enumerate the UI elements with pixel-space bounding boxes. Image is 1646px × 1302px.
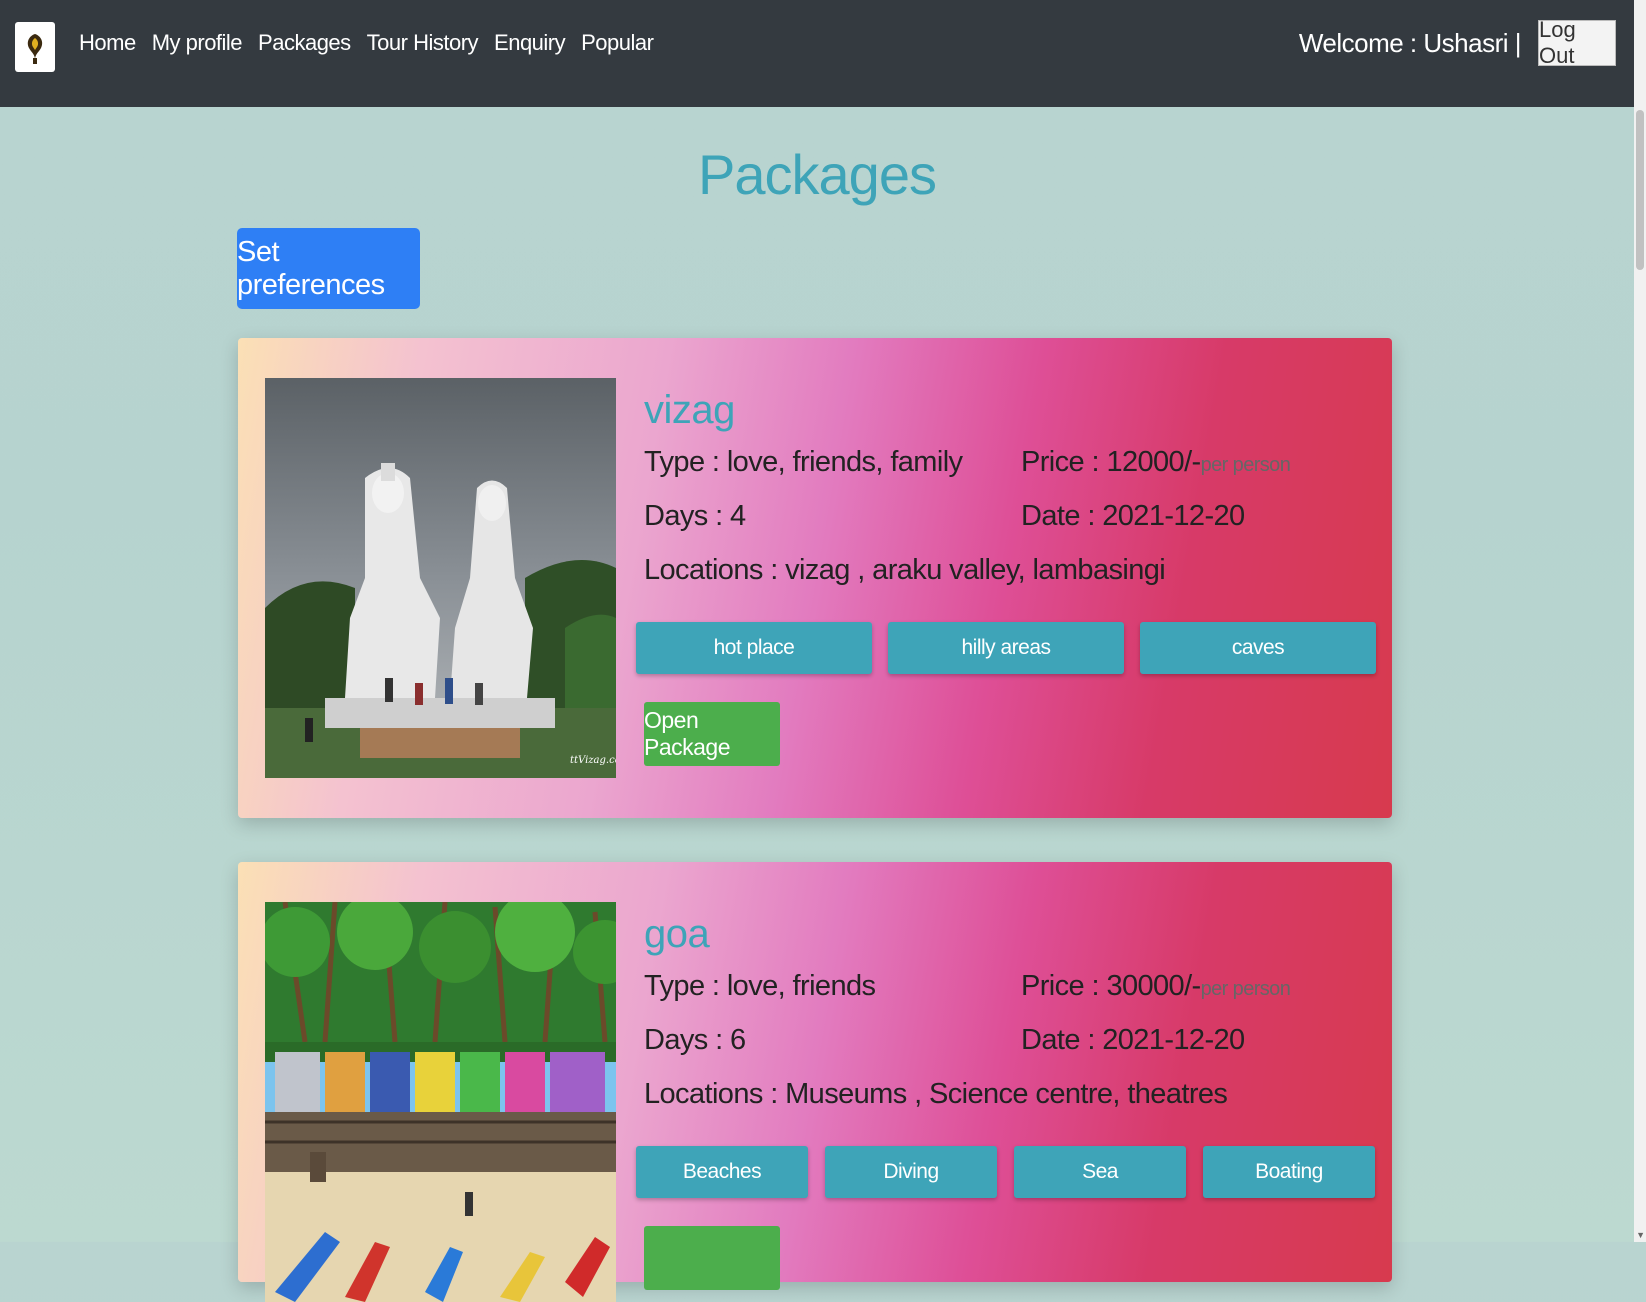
package-name: vizag	[644, 388, 735, 432]
package-days: Days : 4	[644, 500, 746, 532]
package-image-goa	[265, 902, 616, 1302]
package-card-goa: goa Type : love, friends Price : 30000/-…	[238, 862, 1392, 1302]
package-locations: Locations : vizag , araku valley, lambas…	[644, 554, 1166, 586]
price-value: Price : 12000/-	[1021, 446, 1201, 478]
package-name: goa	[644, 912, 710, 956]
package-type: Type : love, friends	[644, 970, 876, 1002]
nav-packages[interactable]: Packages	[258, 30, 351, 56]
page-title: Packages	[698, 143, 937, 206]
package-days: Days : 6	[644, 1024, 746, 1056]
tag-sea[interactable]: Sea	[1014, 1146, 1186, 1198]
tag-hilly-areas[interactable]: hilly areas	[888, 622, 1124, 674]
logo-icon[interactable]	[15, 22, 55, 72]
nav-links: Home My profile Packages Tour History En…	[79, 30, 654, 56]
package-date: Date : 2021-12-20	[1021, 1024, 1245, 1056]
price-value: Price : 30000/-	[1021, 970, 1201, 1002]
navbar: Home My profile Packages Tour History En…	[0, 0, 1634, 107]
tag-boating[interactable]: Boating	[1203, 1146, 1375, 1198]
tag-hot-place[interactable]: hot place	[636, 622, 872, 674]
nav-enquiry[interactable]: Enquiry	[494, 30, 566, 56]
nav-my-profile[interactable]: My profile	[152, 30, 243, 56]
tag-caves[interactable]: caves	[1140, 622, 1376, 674]
svg-text:ttVizag.com: ttVizag.com	[570, 755, 616, 766]
package-price: Price : 30000/-per person	[1021, 970, 1291, 1003]
logout-button[interactable]: Log Out	[1538, 17, 1616, 68]
tag-beaches[interactable]: Beaches	[636, 1146, 808, 1198]
price-suffix: per person	[1200, 454, 1291, 476]
package-locations: Locations : Museums , Science centre, th…	[644, 1078, 1228, 1110]
open-package-button[interactable]: Open Package	[644, 702, 780, 766]
scroll-down-arrow-icon[interactable]: ▼	[1636, 1230, 1645, 1240]
open-package-button[interactable]	[644, 1226, 780, 1290]
welcome-text: Welcome : Ushasri |	[1298, 28, 1522, 58]
nav-tour-history[interactable]: Tour History	[367, 30, 479, 56]
set-preferences-button[interactable]: Set preferences	[237, 228, 420, 309]
package-price: Price : 12000/-per person	[1021, 446, 1291, 479]
package-image-vizag: ttVizag.com	[265, 378, 616, 778]
scrollbar[interactable]: ▼	[1634, 0, 1646, 1242]
tag-diving[interactable]: Diving	[825, 1146, 997, 1198]
nav-home[interactable]: Home	[79, 30, 136, 56]
price-suffix: per person	[1200, 978, 1291, 1000]
nav-popular[interactable]: Popular	[581, 30, 654, 56]
scroll-thumb[interactable]	[1636, 110, 1644, 270]
package-date: Date : 2021-12-20	[1021, 500, 1245, 532]
package-type: Type : love, friends, family	[644, 446, 963, 478]
package-card-vizag: ttVizag.com vizag Type : love, friends, …	[238, 338, 1392, 818]
